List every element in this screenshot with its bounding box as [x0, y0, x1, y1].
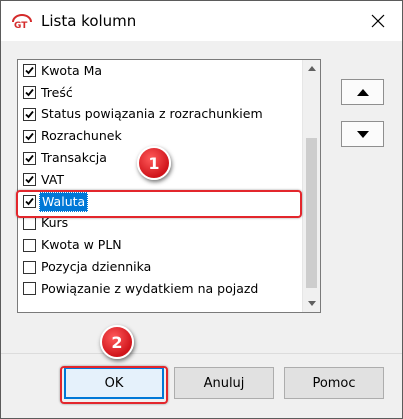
move-down-button[interactable]	[341, 121, 384, 147]
checkbox[interactable]	[23, 238, 36, 252]
list-item-label: Kwota Ma	[41, 62, 103, 78]
checkbox[interactable]	[23, 151, 36, 165]
list-item[interactable]: Treść	[18, 82, 302, 104]
move-up-button[interactable]	[341, 79, 384, 105]
checkmark-icon	[25, 89, 34, 97]
list-item[interactable]: Kwota Ma	[18, 60, 302, 82]
title-bar: GT Lista kolumn	[1, 1, 402, 41]
scroll-down-arrow[interactable]	[303, 295, 320, 312]
list-item[interactable]: Status powiązania z rozrachunkiem	[18, 104, 302, 126]
step-badge-1-number: 1	[148, 153, 160, 173]
cancel-button[interactable]: Anuluj	[174, 367, 274, 399]
triangle-up-icon	[356, 88, 369, 96]
list-item-label: Powiązanie z wydatkiem na pojazd	[41, 280, 259, 296]
checkmark-icon	[25, 154, 34, 162]
triangle-down-icon	[356, 130, 369, 138]
step-badge-1: 1	[137, 146, 171, 180]
checkbox[interactable]	[23, 107, 36, 121]
window-title: Lista kolumn	[41, 12, 137, 30]
checkbox[interactable]	[23, 282, 36, 296]
step-badge-2-number: 2	[111, 332, 123, 352]
list-item-label: Treść	[41, 84, 73, 100]
cancel-button-label: Anuluj	[203, 375, 245, 391]
highlight-ok	[60, 366, 168, 404]
highlight-waluta	[16, 190, 302, 218]
checkbox[interactable]	[23, 64, 36, 78]
checkbox[interactable]	[23, 173, 36, 187]
list-item[interactable]: Powiązanie z wydatkiem na pojazd	[18, 278, 302, 300]
gt-logo-icon: GT	[12, 14, 32, 29]
checkbox[interactable]	[23, 260, 36, 274]
dialog-content: Kwota Ma Treść Status powiązania z rozrach…	[1, 41, 402, 418]
checkbox[interactable]	[23, 129, 36, 143]
close-button[interactable]	[355, 1, 401, 41]
help-button[interactable]: Pomoc	[284, 367, 384, 399]
list-item[interactable]: Rozrachunek	[18, 125, 302, 147]
list-item-label: Status powiązania z rozrachunkiem	[41, 106, 263, 122]
scroll-up-icon	[307, 66, 316, 71]
list-item[interactable]: Pozycja dziennika	[18, 256, 302, 278]
columns-listbox[interactable]: Kwota Ma Treść Status powiązania z rozrach…	[17, 59, 321, 313]
checkmark-icon	[25, 67, 34, 75]
step-badge-2: 2	[100, 325, 134, 359]
close-icon	[371, 14, 385, 28]
scrollbar-thumb[interactable]	[306, 138, 317, 288]
checkmark-icon	[25, 132, 34, 141]
checkmark-icon	[25, 110, 34, 119]
scroll-up-arrow[interactable]	[303, 60, 320, 77]
checkbox[interactable]	[23, 216, 36, 230]
svg-text:GT: GT	[14, 21, 28, 29]
list-item-label: Rozrachunek	[41, 128, 122, 144]
dialog-window: GT Lista kolumn Kwota Ma Treść Status powi…	[0, 0, 403, 419]
list-item-label: Kwota w PLN	[41, 237, 122, 253]
checkbox[interactable]	[23, 86, 36, 100]
vertical-scrollbar[interactable]	[302, 60, 320, 312]
list-item-label: Pozycja dziennika	[41, 259, 152, 275]
scroll-down-icon	[307, 301, 316, 306]
columns-list: Kwota Ma Treść Status powiązania z rozrach…	[18, 60, 302, 300]
list-item-label: Transakcja	[41, 150, 107, 166]
list-item-label: VAT	[41, 171, 64, 187]
button-separator	[1, 353, 402, 354]
help-button-label: Pomoc	[312, 375, 356, 391]
checkmark-icon	[25, 176, 34, 184]
list-item[interactable]: Kwota w PLN	[18, 234, 302, 256]
